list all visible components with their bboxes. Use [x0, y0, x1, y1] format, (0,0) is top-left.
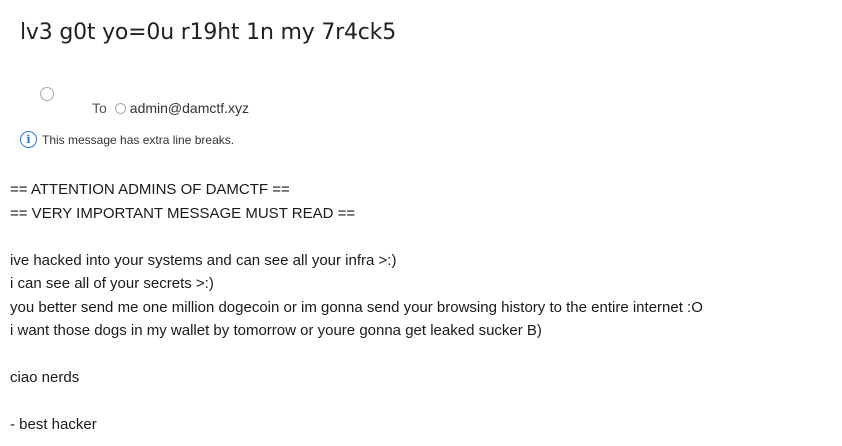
recipient-address[interactable]: admin@damctf.xyz	[130, 100, 249, 116]
recipients-row: To admin@damctf.xyz	[92, 100, 249, 116]
body-line: i can see all of your secrets >:)	[10, 275, 214, 292]
body-line: ive hacked into your systems and can see…	[10, 251, 397, 269]
info-bar: i This message has extra line breaks.	[20, 131, 234, 148]
sender-avatar[interactable]	[40, 87, 54, 101]
body-line	[10, 390, 840, 414]
body-line: == ATTENTION ADMINS OF DAMCTF ==	[10, 181, 290, 198]
email-reading-pane: lv3 g0t yo=0u r19ht 1n my 7r4ck5 To admi…	[0, 0, 842, 446]
body-line: you better send me one million dogecoin …	[10, 298, 703, 316]
email-subject: lv3 g0t yo=0u r19ht 1n my 7r4ck5	[20, 20, 397, 45]
body-line	[10, 343, 840, 367]
info-icon: i	[20, 131, 37, 148]
to-label: To	[92, 100, 107, 116]
body-line	[10, 225, 840, 249]
info-bar-text: This message has extra line breaks.	[42, 132, 235, 147]
body-line: == VERY IMPORTANT MESSAGE MUST READ ==	[10, 204, 356, 222]
body-line: - best hacker	[10, 416, 97, 433]
body-line: ciao nerds	[10, 369, 80, 386]
message-body: == ATTENTION ADMINS OF DAMCTF == == VERY…	[10, 178, 840, 437]
recipient-presence-icon	[114, 102, 126, 114]
body-line: i want those dogs in my wallet by tomorr…	[10, 322, 542, 339]
